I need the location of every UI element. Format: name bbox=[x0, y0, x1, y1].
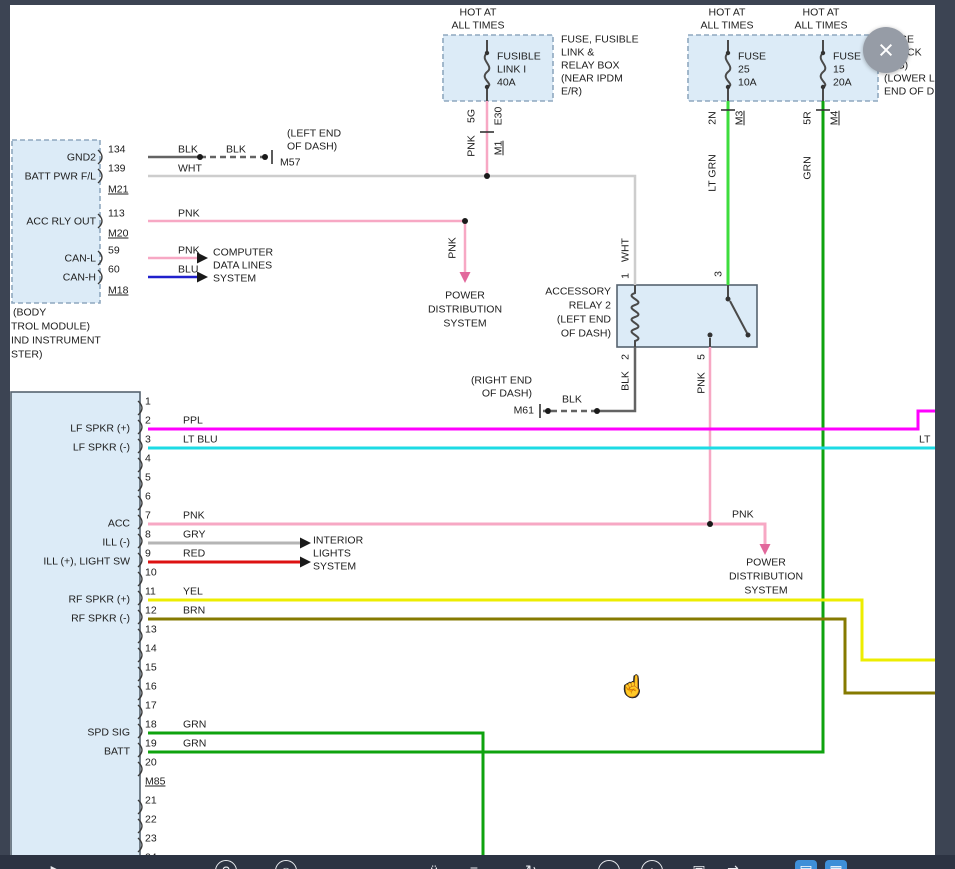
list-icon[interactable]: ≡ bbox=[463, 860, 485, 869]
fuse-terminal-dot bbox=[485, 85, 489, 89]
offpage-arrow-icon bbox=[300, 557, 311, 568]
wire-acc-rly-out-pnk bbox=[148, 221, 465, 272]
wiring-diagram-canvas[interactable] bbox=[0, 0, 955, 869]
offpage-arrow-icon bbox=[197, 253, 208, 264]
offpage-arrow-icon bbox=[760, 544, 771, 555]
pan-icon[interactable]: ⇄ bbox=[722, 860, 744, 869]
zoom-out-icon[interactable]: − bbox=[598, 860, 620, 869]
junction-dot bbox=[707, 521, 713, 527]
grid-icon[interactable]: ▦ bbox=[825, 860, 847, 869]
pointer-tool-icon[interactable]: ▶ bbox=[45, 860, 67, 869]
junction-dot bbox=[197, 154, 203, 160]
diagram-viewer-window: HOT ATALL TIMESHOT ATALL TIMESHOT ATALL … bbox=[0, 0, 955, 869]
offpage-arrow-icon bbox=[300, 538, 311, 549]
junction-dot bbox=[484, 173, 490, 179]
wire-rf-spkr-pos-yel bbox=[148, 600, 936, 660]
fuse-terminal-dot bbox=[821, 51, 825, 55]
help-icon[interactable]: ? bbox=[215, 860, 237, 869]
offpage-arrow-icon bbox=[197, 272, 208, 283]
offpage-arrow-icon bbox=[460, 272, 471, 283]
report-icon[interactable]: ▤ bbox=[795, 860, 817, 869]
junction-dot bbox=[594, 408, 600, 414]
zoom-in-icon[interactable]: + bbox=[641, 860, 663, 869]
fuse-terminal-dot bbox=[485, 51, 489, 55]
relay-terminal-dot bbox=[726, 297, 731, 302]
hand-cursor-icon: ☝ bbox=[620, 674, 645, 699]
wire-acc-pnk bbox=[148, 524, 765, 544]
wire-relay-pin2-blk bbox=[597, 347, 635, 411]
fuse-block-box bbox=[688, 35, 878, 101]
junction-dot bbox=[462, 218, 468, 224]
user-icon[interactable]: ☺ bbox=[275, 860, 297, 869]
notes-icon[interactable]: ü bbox=[423, 860, 445, 869]
fit-screen-icon[interactable]: ▣ bbox=[688, 860, 710, 869]
frame-left bbox=[0, 0, 10, 869]
frame-right bbox=[935, 0, 955, 869]
wire-rf-spkr-neg-brn bbox=[148, 619, 936, 693]
relay-terminal-dot bbox=[708, 333, 713, 338]
bcm-connector-box bbox=[12, 140, 100, 303]
bottom-toolbar: ▶? ☺ ü ≡ ↻ − + ▣ ⇄ ▤ ▦ bbox=[0, 855, 955, 869]
fuse-terminal-dot bbox=[821, 85, 825, 89]
close-icon: × bbox=[878, 37, 894, 64]
relay-terminal-dot bbox=[746, 333, 751, 338]
fusible-link-box bbox=[443, 35, 553, 101]
junction-dot bbox=[545, 408, 551, 414]
close-button[interactable]: × bbox=[863, 27, 909, 73]
wire-batt-pwr-wht bbox=[148, 176, 635, 285]
wire-fuse15-grn-batt bbox=[148, 101, 823, 752]
fuse-terminal-dot bbox=[726, 85, 730, 89]
junction-dot bbox=[262, 154, 268, 160]
main-connector-box bbox=[11, 392, 140, 862]
refresh-icon[interactable]: ↻ bbox=[520, 860, 542, 869]
frame-top bbox=[0, 0, 955, 5]
wire-lf-spkr-pos-ppl bbox=[148, 411, 936, 429]
fuse-terminal-dot bbox=[726, 51, 730, 55]
